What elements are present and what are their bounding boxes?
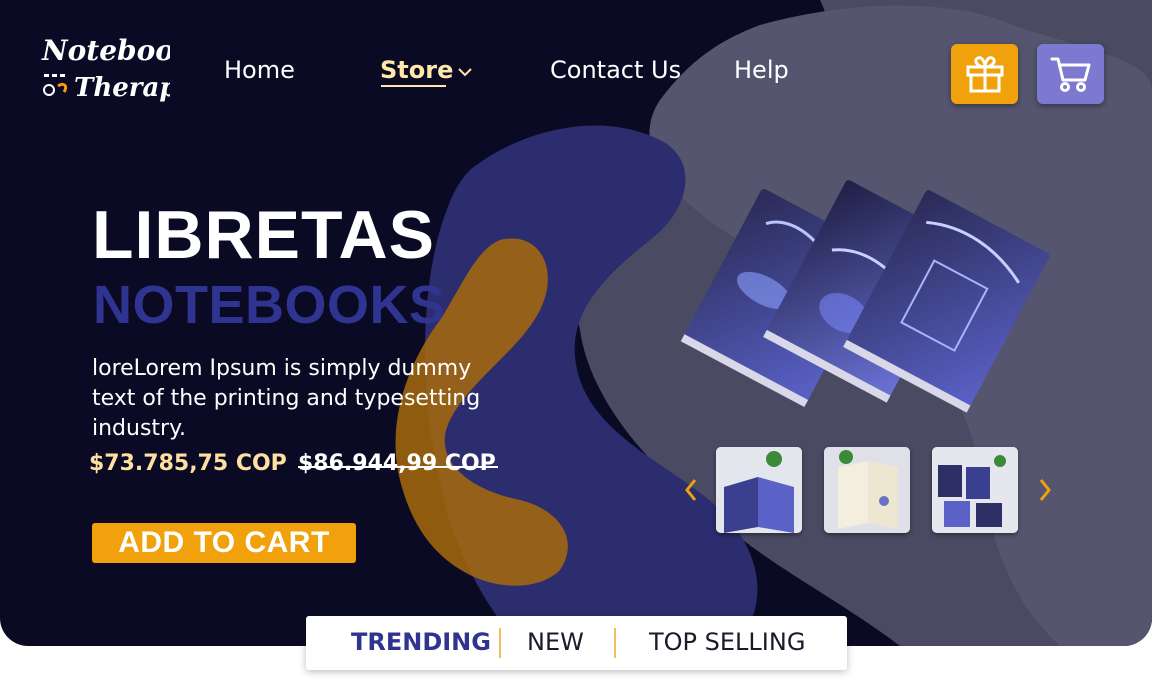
nav-home-link[interactable]: Home [224,56,295,84]
tab-divider [499,628,501,658]
tab-new[interactable]: NEW [527,628,584,656]
notebook-therapy-logo[interactable]: Notebook Therapy [40,30,170,110]
notebooks-set-photo [932,447,1018,533]
nav-help-link[interactable]: Help [734,56,789,84]
notebook-pages-photo [824,447,910,533]
gallery-prev-button[interactable] [679,476,703,504]
product-tabs: TRENDING NEW TOP SELLING [306,616,847,670]
chevron-right-icon [1039,479,1051,501]
chevron-down-icon [458,68,473,77]
current-price: $73.785,75 COP [89,451,287,476]
original-price: $86.944,99 COP [298,451,496,476]
thumbnail-3[interactable] [932,447,1018,533]
product-notebooks-image [680,180,1050,413]
tab-trending[interactable]: TRENDING [351,628,491,656]
thumbnail-2[interactable] [824,447,910,533]
thumbnail-1[interactable] [716,447,802,533]
nav-store-dropdown[interactable]: Store [380,56,475,87]
logo-text-notebook: Notebook [41,34,170,67]
nav-store-label: Store [380,56,454,84]
hero-description: loreLorem Ipsum is simply dummy text of … [92,356,481,441]
logo-text-therapy: Therapy [74,73,170,103]
notebook-open-photo [716,447,802,533]
cart-button[interactable] [1037,44,1104,104]
tab-top-selling[interactable]: TOP SELLING [649,628,805,656]
add-to-cart-button[interactable]: ADD TO CART [92,523,356,563]
hero-banner: Notebook Therapy Home Store Contact Us H… [0,0,1152,646]
gift-button[interactable] [951,44,1018,104]
gift-icon [966,56,1003,93]
tab-divider [614,628,616,658]
chevron-left-icon [685,479,697,501]
hero-title: LIBRETAS [92,197,435,273]
nav-contact-link[interactable]: Contact Us [550,56,681,84]
cart-icon [1050,57,1090,92]
price-strikethrough [298,466,498,468]
hero-subtitle: NOTEBOOKS [93,275,446,335]
gallery-next-button[interactable] [1033,476,1057,504]
nav-store-underline [381,85,446,87]
